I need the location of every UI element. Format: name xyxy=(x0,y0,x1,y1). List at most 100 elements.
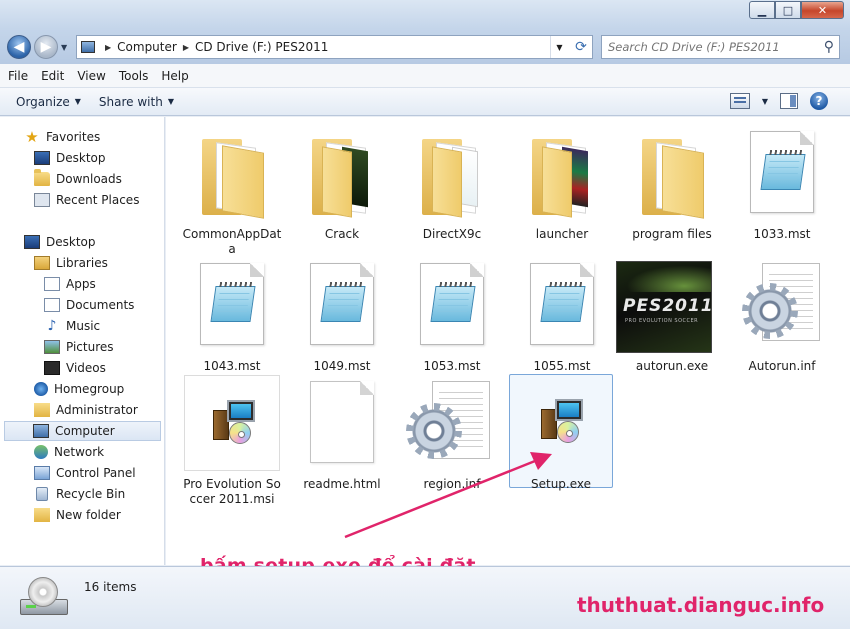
gear-icon xyxy=(746,287,794,335)
nav-favorites[interactable]: ★ Favorites xyxy=(24,127,164,147)
share-with-button[interactable]: Share with ▼ xyxy=(99,95,174,109)
nav-desktop[interactable]: Desktop xyxy=(24,232,164,252)
view-options-dropdown-icon[interactable]: ▼ xyxy=(762,97,768,106)
file-name: Autorun.inf xyxy=(748,359,816,373)
nav-videos[interactable]: Videos xyxy=(44,358,164,378)
music-icon: ♪ xyxy=(47,318,57,334)
nav-control-panel[interactable]: Control Panel xyxy=(34,463,164,483)
file-item-launcher[interactable]: launcher xyxy=(510,125,614,242)
address-bar[interactable]: ▶ Computer ▶ CD Drive (F:) PES2011 ▼ ⟳ xyxy=(76,35,593,59)
cd-drive-icon xyxy=(20,577,70,621)
nav-label: Network xyxy=(54,445,105,459)
nav-computer[interactable]: Computer xyxy=(4,421,161,441)
minimize-button[interactable]: ▁ xyxy=(749,1,775,19)
file-item-1043-mst[interactable]: 1043.mst xyxy=(180,257,284,374)
file-item-1053-mst[interactable]: 1053.mst xyxy=(400,257,504,374)
file-name: Setup.exe xyxy=(530,477,592,491)
installer-icon xyxy=(213,400,257,444)
nav-label: Administrator xyxy=(56,403,138,417)
notepad-document-icon xyxy=(200,263,264,345)
refresh-icon[interactable]: ⟳ xyxy=(570,36,592,58)
file-item-1033-mst[interactable]: 1033.mst xyxy=(730,125,834,242)
file-name: Crack xyxy=(324,227,360,241)
documents-icon xyxy=(44,298,60,312)
search-input[interactable] xyxy=(608,40,813,54)
file-item-autorun-exe[interactable]: PES2011 PRO EVOLUTION SOCCER autorun.exe xyxy=(616,257,724,374)
nav-music[interactable]: ♪ Music xyxy=(44,316,164,336)
file-item-crack[interactable]: Crack xyxy=(290,125,394,242)
nav-label: Recent Places xyxy=(56,193,140,207)
search-icon[interactable]: ⚲ xyxy=(824,39,834,55)
downloads-folder-icon xyxy=(34,169,50,186)
folder-icon xyxy=(34,508,50,522)
navigation-pane: ★ Favorites Desktop Downloads Recent Plac… xyxy=(0,117,165,565)
desktop-icon xyxy=(24,235,40,249)
file-item-setup-exe[interactable]: Setup.exe xyxy=(509,374,613,491)
nav-administrator[interactable]: Administrator xyxy=(34,400,164,420)
menu-file[interactable]: File xyxy=(8,69,28,83)
breadcrumb-separator-icon[interactable]: ▶ xyxy=(183,43,189,52)
file-item-program-files[interactable]: program files xyxy=(620,125,724,242)
breadcrumb-separator-icon[interactable]: ▶ xyxy=(105,43,111,52)
search-box[interactable]: ⚲ xyxy=(601,35,840,59)
nav-desktop-favorite[interactable]: Desktop xyxy=(34,148,164,168)
back-button[interactable]: ◀ xyxy=(7,35,31,59)
nav-downloads[interactable]: Downloads xyxy=(34,169,164,189)
menu-view[interactable]: View xyxy=(77,69,105,83)
file-item-1055-mst[interactable]: 1055.mst xyxy=(510,257,614,374)
notepad-document-icon xyxy=(420,263,484,345)
nav-documents[interactable]: Documents xyxy=(44,295,164,315)
file-item-1049-mst[interactable]: 1049.mst xyxy=(290,257,394,374)
file-item-pes-msi[interactable]: Pro Evolution Soccer 2011.msi xyxy=(180,375,284,507)
menu-edit[interactable]: Edit xyxy=(41,69,64,83)
nav-label: Homegroup xyxy=(54,382,125,396)
notepad-document-icon xyxy=(530,263,594,345)
watermark: thuthuat.dianguc.info xyxy=(577,593,825,617)
nav-label: Desktop xyxy=(46,235,96,249)
nav-network[interactable]: Network xyxy=(34,442,164,462)
change-view-icon[interactable] xyxy=(729,93,750,109)
libraries-icon xyxy=(34,256,50,270)
pes-logo-text: PES2011 xyxy=(623,296,712,316)
close-button[interactable]: ✕ xyxy=(801,1,844,19)
forward-button[interactable]: ▶ xyxy=(34,35,58,59)
file-item-region-inf[interactable]: region.inf xyxy=(400,375,504,492)
maximize-button[interactable]: □ xyxy=(775,1,801,19)
file-name: autorun.exe xyxy=(635,359,709,373)
nav-recycle-bin[interactable]: Recycle Bin xyxy=(34,484,164,504)
nav-recent-places[interactable]: Recent Places xyxy=(34,190,164,210)
menu-tools[interactable]: Tools xyxy=(119,69,149,83)
menu-help[interactable]: Help xyxy=(161,69,188,83)
pictures-icon xyxy=(44,340,60,354)
preview-pane-icon[interactable] xyxy=(780,93,798,109)
folder-icon xyxy=(422,139,484,218)
file-name: 1053.mst xyxy=(423,359,481,373)
address-dropdown-icon[interactable]: ▼ xyxy=(550,36,568,58)
pes2011-logo-icon: PES2011 PRO EVOLUTION SOCCER xyxy=(616,261,712,353)
nav-libraries[interactable]: Libraries xyxy=(34,253,164,273)
desktop-icon xyxy=(34,151,50,165)
recent-places-icon xyxy=(34,193,50,207)
recent-pages-dropdown[interactable]: ▼ xyxy=(61,43,67,52)
nav-new-folder[interactable]: New folder xyxy=(34,505,164,525)
nav-label: Videos xyxy=(66,361,106,375)
nav-pictures[interactable]: Pictures xyxy=(44,337,164,357)
file-name: region.inf xyxy=(423,477,481,491)
organize-button[interactable]: Organize ▼ xyxy=(16,95,81,109)
nav-apps[interactable]: Apps xyxy=(44,274,164,294)
file-name: Pro Evolution Soccer 2011.msi xyxy=(183,477,281,506)
breadcrumb-cd-drive[interactable]: CD Drive (F:) PES2011 xyxy=(195,40,328,54)
file-item-commonappdata[interactable]: CommonAppData xyxy=(180,125,284,257)
file-item-directx9c[interactable]: DirectX9c xyxy=(400,125,504,242)
breadcrumb-computer[interactable]: Computer xyxy=(117,40,177,54)
file-item-readme-html[interactable]: readme.html xyxy=(290,375,394,492)
nav-homegroup[interactable]: Homegroup xyxy=(34,379,164,399)
nav-label: Libraries xyxy=(56,256,108,270)
file-name: 1049.mst xyxy=(313,359,371,373)
folder-icon xyxy=(642,139,704,219)
nav-label: Recycle Bin xyxy=(56,487,126,501)
help-icon[interactable]: ? xyxy=(810,92,828,110)
file-item-autorun-inf[interactable]: Autorun.inf xyxy=(730,257,834,374)
title-bar: ▁ □ ✕ ◀ ▶ ▼ ▶ Computer ▶ CD Drive (F:) P… xyxy=(0,0,850,64)
folder-icon xyxy=(532,139,594,218)
